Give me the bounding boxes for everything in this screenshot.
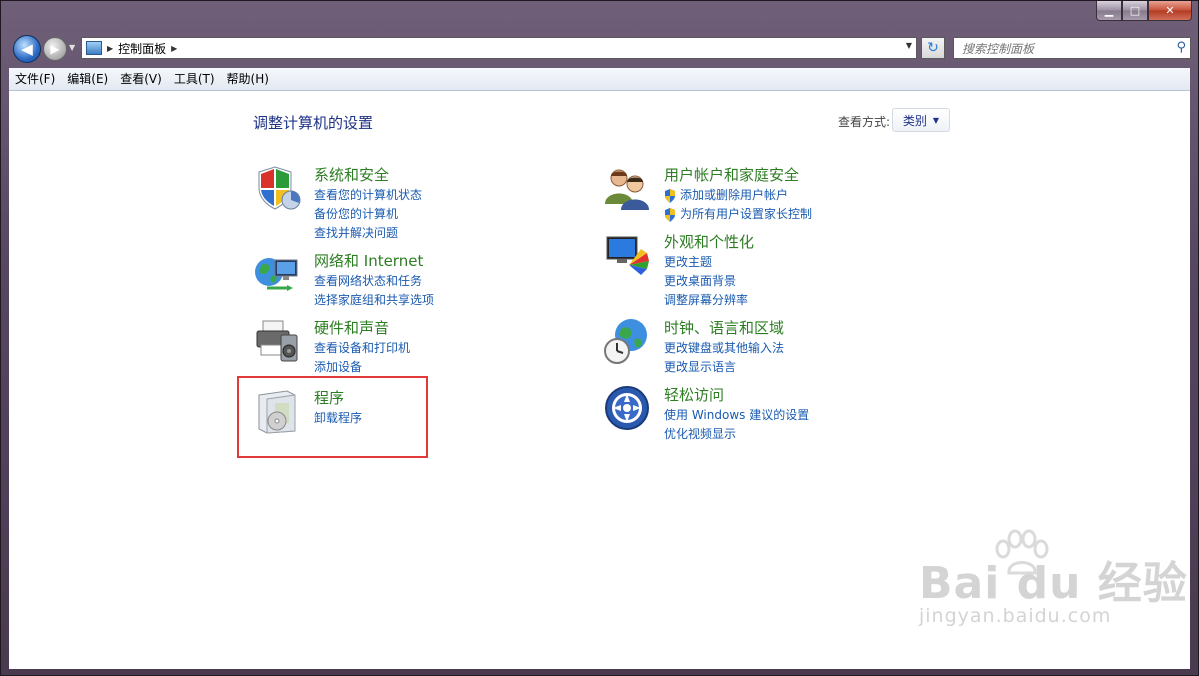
minimize-button[interactable]: ▁ <box>1096 1 1122 21</box>
watermark-brand: Bai du 经验 <box>919 558 1188 609</box>
baidu-paw-icon <box>995 529 1049 575</box>
shield-icon[interactable] <box>253 164 301 212</box>
control-panel-icon <box>86 41 102 55</box>
link-backup-computer[interactable]: 备份您的计算机 <box>314 205 422 224</box>
network-globe-icon[interactable] <box>253 250 301 298</box>
category-title-appearance[interactable]: 外观和个性化 <box>664 231 754 252</box>
link-windows-suggested-settings[interactable]: 使用 Windows 建议的设置 <box>664 406 809 425</box>
breadcrumb-control-panel[interactable]: 控制面板 <box>118 40 166 57</box>
category-title-system-security[interactable]: 系统和安全 <box>314 164 389 185</box>
address-bar[interactable]: ▶ 控制面板 ▶ ▼ <box>81 37 917 59</box>
category-links: 使用 Windows 建议的设置 优化视频显示 <box>664 406 809 444</box>
control-panel-window: ▁ □ ✕ ◀ ▶ ▼ ▶ 控制面板 ▶ ▼ ↻ ⚲ 文件(F) 编辑(E) 查… <box>0 0 1199 676</box>
caption-buttons: ▁ □ ✕ <box>1096 1 1192 21</box>
link-change-background[interactable]: 更改桌面背景 <box>664 272 748 291</box>
link-view-computer-status[interactable]: 查看您的计算机状态 <box>314 186 422 205</box>
menu-help[interactable]: 帮助(H) <box>221 68 275 90</box>
navigation-bar: ◀ ▶ ▼ ▶ 控制面板 ▶ ▼ ↻ ⚲ <box>9 31 1191 65</box>
search-input[interactable] <box>960 39 1164 59</box>
link-homegroup-sharing[interactable]: 选择家庭组和共享选项 <box>314 291 434 310</box>
category-title-user-accounts[interactable]: 用户帐户和家庭安全 <box>664 164 799 185</box>
category-links: 查看设备和打印机 添加设备 <box>314 339 410 377</box>
menu-bar: 文件(F) 编辑(E) 查看(V) 工具(T) 帮助(H) <box>9 68 1190 91</box>
link-change-theme[interactable]: 更改主题 <box>664 253 748 272</box>
forward-button[interactable]: ▶ <box>43 37 67 61</box>
programs-highlight-box <box>237 376 428 458</box>
chevron-down-icon: ▼ <box>932 115 940 125</box>
breadcrumb-arrow-icon[interactable]: ▶ <box>107 44 113 53</box>
printer-speaker-icon[interactable] <box>253 317 301 365</box>
uac-shield-icon <box>665 188 675 203</box>
link-devices-printers[interactable]: 查看设备和打印机 <box>314 339 410 358</box>
maximize-button[interactable]: □ <box>1122 1 1148 21</box>
control-panel-content: 调整计算机的设置 查看方式: 类别 ▼ 系统和安全 查看您的计算机状态 备份您的… <box>9 91 1190 669</box>
link-network-status[interactable]: 查看网络状态和任务 <box>314 272 434 291</box>
recent-pages-dropdown-icon[interactable]: ▼ <box>69 43 75 52</box>
back-button[interactable]: ◀ <box>13 35 41 63</box>
view-by-dropdown[interactable]: 类别 ▼ <box>892 108 950 132</box>
search-box[interactable]: ⚲ <box>953 37 1191 59</box>
refresh-button[interactable]: ↻ <box>921 37 945 59</box>
monitor-palette-icon[interactable] <box>603 231 651 279</box>
link-find-fix-problems[interactable]: 查找并解决问题 <box>314 224 422 243</box>
close-button[interactable]: ✕ <box>1148 1 1192 21</box>
category-links: 更改主题 更改桌面背景 调整屏幕分辨率 <box>664 253 748 310</box>
address-dropdown-icon[interactable]: ▼ <box>906 41 912 50</box>
link-add-remove-users-label: 添加或删除用户帐户 <box>680 188 789 202</box>
link-parental-controls[interactable]: 为所有用户设置家长控制 <box>664 205 812 224</box>
uac-shield-icon <box>665 207 675 222</box>
link-optimize-display[interactable]: 优化视频显示 <box>664 425 809 444</box>
category-links: 查看网络状态和任务 选择家庭组和共享选项 <box>314 272 434 310</box>
category-links: 更改键盘或其他输入法 更改显示语言 <box>664 339 784 377</box>
link-parental-controls-label: 为所有用户设置家长控制 <box>680 207 813 221</box>
view-by-value: 类别 <box>902 113 927 128</box>
search-icon[interactable]: ⚲ <box>1176 40 1186 55</box>
category-title-clock-region[interactable]: 时钟、语言和区域 <box>664 317 784 338</box>
users-icon[interactable] <box>603 164 651 212</box>
clock-globe-icon[interactable] <box>603 317 651 365</box>
category-links: 查看您的计算机状态 备份您的计算机 查找并解决问题 <box>314 186 422 243</box>
page-title: 调整计算机的设置 <box>253 114 374 132</box>
category-title-network[interactable]: 网络和 Internet <box>314 250 423 271</box>
view-by-label: 查看方式: <box>838 115 891 129</box>
menu-view[interactable]: 查看(V) <box>114 68 168 90</box>
link-add-device[interactable]: 添加设备 <box>314 358 410 377</box>
breadcrumb-arrow-icon[interactable]: ▶ <box>171 44 177 53</box>
link-change-display-language[interactable]: 更改显示语言 <box>664 358 784 377</box>
ease-of-access-icon[interactable] <box>603 384 651 432</box>
category-links: 添加或删除用户帐户 为所有用户设置家长控制 <box>664 186 812 224</box>
menu-edit[interactable]: 编辑(E) <box>61 68 114 90</box>
link-screen-resolution[interactable]: 调整屏幕分辨率 <box>664 291 748 310</box>
category-title-ease-access[interactable]: 轻松访问 <box>664 384 724 405</box>
link-add-remove-users[interactable]: 添加或删除用户帐户 <box>664 186 812 205</box>
menu-file[interactable]: 文件(F) <box>9 68 61 90</box>
baidu-jingyan-watermark: Bai du 经验 jingyan.baidu.com <box>919 529 1188 627</box>
menu-tools[interactable]: 工具(T) <box>168 68 221 90</box>
link-change-keyboard[interactable]: 更改键盘或其他输入法 <box>664 339 784 358</box>
category-title-hardware[interactable]: 硬件和声音 <box>314 317 389 338</box>
